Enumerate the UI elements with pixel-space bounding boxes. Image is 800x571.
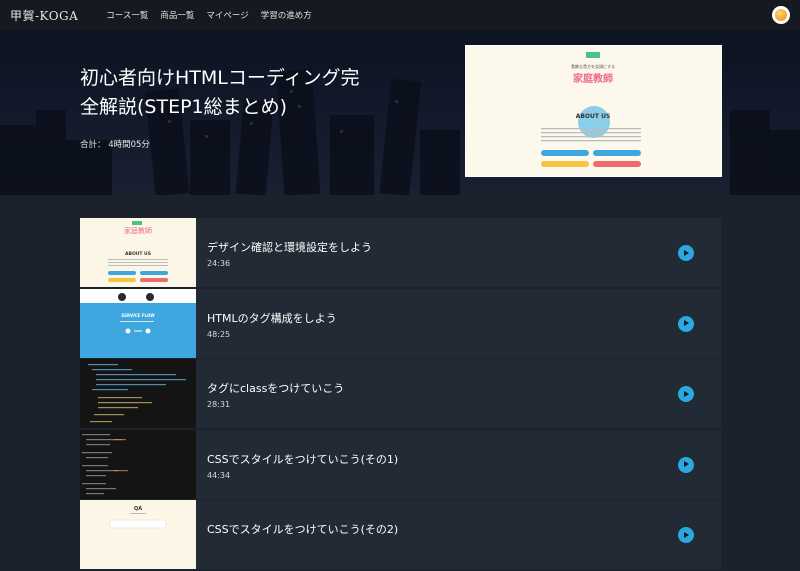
- lesson-row[interactable]: タグにclassをつけていこう 28:31: [80, 359, 721, 428]
- lesson-title: デザイン確認と環境設定をしよう: [207, 241, 372, 254]
- preview-logo: 家庭教師: [573, 72, 613, 85]
- brand-logo[interactable]: 甲賀-KOGA: [10, 7, 78, 24]
- lesson-title: CSSでスタイルをつけていこう(その1): [207, 452, 399, 466]
- lesson-thumbnail: 家庭教師 ABOUT US: [80, 218, 196, 287]
- lesson-title: CSSでスタイルをつけていこう(その2): [207, 523, 399, 536]
- course-hero: 初心者向けHTMLコーディング完 全解説(STEP1総まとめ) 合計： 4時間0…: [0, 30, 800, 195]
- lesson-title: タグにclassをつけていこう: [207, 382, 345, 395]
- svg-text:QA: QA: [134, 506, 142, 512]
- lesson-duration: 48:25: [207, 329, 231, 339]
- lesson-row[interactable]: SERVICE FLOW HTMLのタグ構成をしよう 48:25: [80, 288, 721, 358]
- top-navbar: 甲賀-KOGA コース一覧 商品一覧 マイページ 学習の進め方: [0, 0, 800, 30]
- play-icon[interactable]: [678, 386, 694, 402]
- lesson-list: 家庭教師 ABOUT US デザイン確認と環境設定をしよう 24:36 SERV…: [80, 218, 721, 571]
- play-icon[interactable]: [678, 315, 694, 332]
- course-preview-thumbnail: 素敵な貴方を笑顔にする 家庭教師 ABOUT US: [465, 45, 722, 177]
- lesson-row[interactable]: 家庭教師 ABOUT US デザイン確認と環境設定をしよう 24:36: [80, 218, 721, 287]
- preview-caption: 素敵な貴方を笑顔にする: [571, 63, 615, 69]
- lesson-thumbnail: SERVICE FLOW: [80, 288, 196, 358]
- lesson-duration: 28:31: [207, 400, 231, 409]
- lesson-row[interactable]: QA CSSでスタイルをつけていこう(その2): [80, 500, 721, 569]
- user-avatar[interactable]: [772, 6, 790, 24]
- lesson-thumbnail: [80, 359, 196, 428]
- lesson-thumbnail: [80, 429, 196, 499]
- play-icon[interactable]: [678, 456, 694, 473]
- nav-link-products[interactable]: 商品一覧: [160, 9, 194, 21]
- nav-links: コース一覧 商品一覧 マイページ 学習の進め方: [106, 9, 323, 21]
- course-total-duration: 合計： 4時間05分: [80, 140, 150, 150]
- svg-text:ABOUT US: ABOUT US: [125, 251, 151, 257]
- avatar-icon: [775, 9, 787, 21]
- svg-text:SERVICE FLOW: SERVICE FLOW: [121, 313, 155, 318]
- svg-text:家庭教師: 家庭教師: [124, 226, 152, 235]
- preview-section-title: ABOUT US: [576, 113, 611, 120]
- preview-page-illustration: 素敵な貴方を笑顔にする 家庭教師 ABOUT US: [541, 52, 641, 167]
- lesson-duration: 24:36: [207, 259, 231, 268]
- lesson-title: HTMLのタグ構成をしよう: [207, 311, 337, 325]
- nav-link-mypage[interactable]: マイページ: [206, 9, 248, 21]
- nav-link-how-to-learn[interactable]: 学習の進め方: [261, 9, 312, 21]
- play-icon[interactable]: [678, 245, 694, 261]
- nav-link-courses[interactable]: コース一覧: [106, 9, 148, 21]
- play-icon[interactable]: [678, 527, 694, 543]
- lesson-row[interactable]: CSSでスタイルをつけていこう(その1) 44:34: [80, 429, 721, 499]
- lesson-duration: 44:34: [207, 470, 231, 480]
- course-title-line1: 初心者向けHTMLコーディング完: [80, 67, 360, 89]
- course-title-line2: 全解説(STEP1総まとめ): [80, 96, 288, 118]
- lesson-thumbnail: QA: [80, 500, 196, 569]
- course-title: 初心者向けHTMLコーディング完 全解説(STEP1総まとめ): [80, 64, 420, 122]
